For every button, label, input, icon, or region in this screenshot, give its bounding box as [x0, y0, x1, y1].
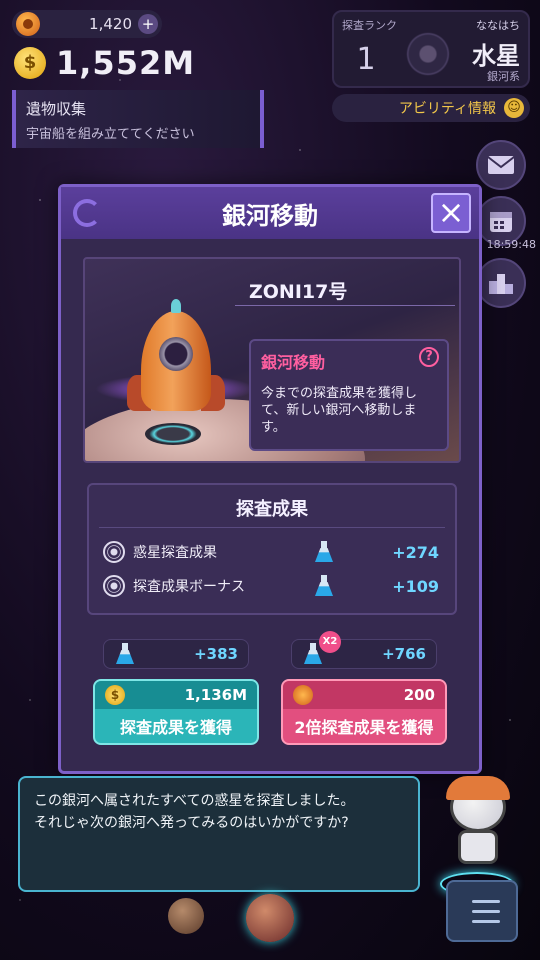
- dialog-title: 銀河移動: [222, 201, 318, 230]
- quest-title: 遺物収集: [26, 100, 87, 118]
- swirl-logo-icon: [73, 199, 101, 227]
- result-label: 探査成果ボーナス: [133, 579, 245, 595]
- ability-label: アビリティ情報: [398, 101, 496, 117]
- double-reward-total: +766: [291, 639, 437, 669]
- info-title: 銀河移動: [261, 353, 326, 372]
- flask-icon: [313, 541, 335, 563]
- flask-icon: [313, 575, 335, 597]
- divider: [99, 527, 445, 528]
- coin-icon: $: [105, 685, 125, 705]
- close-icon: ×: [437, 193, 465, 231]
- mail-icon: [487, 156, 515, 174]
- rank-label: 探査ランク: [342, 19, 397, 32]
- claim-results-button[interactable]: $ 1,136M 探査成果を獲得: [93, 679, 259, 745]
- coin-cost: 1,136M: [184, 686, 247, 704]
- narrator-line-1: この銀河へ属されたすべての惑星を探査しました。: [34, 793, 355, 809]
- galaxy-move-dialog: 銀河移動 × ZONI17号 銀河移動 ? 今までの探査成果を獲得して、新しい銀…: [58, 184, 482, 774]
- x2-badge: X2: [319, 631, 341, 653]
- player-name: ななはち: [476, 19, 520, 32]
- gem-icon: [16, 12, 40, 36]
- close-button[interactable]: ×: [431, 193, 471, 233]
- claim-label: 探査成果を獲得: [119, 718, 232, 737]
- result-label: 惑星探査成果: [133, 545, 217, 561]
- galaxy-name: 銀河系: [487, 70, 520, 83]
- quest-description: 宇宙船を組み立ててください: [26, 127, 195, 142]
- calendar-icon: [490, 212, 512, 232]
- cost-row: 200: [283, 681, 445, 709]
- gem-counter: 1,420 +: [12, 10, 162, 38]
- menu-button[interactable]: [446, 880, 518, 942]
- results-panel: 探査成果 惑星探査成果 +274 探査成果ボーナス +109: [87, 483, 457, 615]
- result-row: 惑星探査成果 +274: [103, 539, 439, 565]
- menu-icon: [472, 900, 500, 903]
- add-gems-button[interactable]: +: [138, 14, 158, 34]
- help-icon[interactable]: ?: [419, 347, 439, 367]
- info-card: 銀河移動 ? 今までの探査成果を獲得して、新しい銀河へ移動します。: [249, 339, 449, 451]
- coin-icon: $: [14, 47, 46, 79]
- quest-panel[interactable]: 遺物収集 宇宙船を組み立ててください: [12, 90, 264, 148]
- robot-guide-icon: [438, 776, 518, 876]
- rocket-antenna: [171, 299, 181, 313]
- planet-rank-card[interactable]: 探査ランク 1 ななはち 水星 銀河系: [332, 10, 530, 88]
- normal-reward-total: +383: [103, 639, 249, 669]
- menu-icon-line: [472, 910, 500, 913]
- planet-name: 水星: [472, 42, 520, 70]
- rocket-window: [159, 337, 193, 371]
- coin-counter: $ 1,552M: [14, 44, 195, 82]
- gem-cost: 200: [403, 686, 435, 704]
- result-row: 探査成果ボーナス +109: [103, 573, 439, 599]
- launch-pad: [145, 423, 201, 445]
- result-value: +274: [392, 542, 439, 562]
- dialog-header: 銀河移動 ×: [61, 187, 479, 239]
- coin-value: 1,552M: [56, 44, 196, 82]
- narrator-dialog[interactable]: この銀河へ属されたすべての惑星を探査しました。 それじゃ次の銀河へ発ってみるのは…: [18, 776, 420, 892]
- mail-button[interactable]: [476, 140, 526, 190]
- flask-icon: [114, 643, 136, 665]
- narrator-line-2: それじゃ次の銀河へ発ってみるのはいかがですか?: [34, 815, 349, 831]
- gem-icon: [293, 685, 313, 705]
- menu-icon-line: [472, 920, 500, 923]
- claim-double-results-button[interactable]: 200 2倍探査成果を獲得: [281, 679, 447, 745]
- ship-name: ZONI17号: [249, 281, 348, 303]
- current-planet[interactable]: [246, 894, 294, 942]
- ranking-button[interactable]: [476, 258, 526, 308]
- podium-icon: [489, 274, 513, 294]
- planet-icon: [406, 32, 450, 76]
- cost-row: $ 1,136M: [95, 681, 257, 709]
- event-timer: 18:59:48: [486, 238, 536, 251]
- planet-ring-icon: [103, 541, 125, 563]
- normal-reward-value: +383: [194, 645, 238, 663]
- info-description: 今までの探査成果を獲得して、新しい銀河へ移動します。: [261, 386, 418, 435]
- spaceship-panel: ZONI17号 銀河移動 ? 今までの探査成果を獲得して、新しい銀河へ移動します…: [83, 257, 461, 463]
- smile-icon: ☺: [504, 98, 524, 118]
- results-title: 探査成果: [236, 499, 308, 520]
- rank-value: 1: [356, 42, 376, 77]
- claim-double-label: 2倍探査成果を獲得: [294, 718, 434, 737]
- robot-helmet: [446, 776, 510, 800]
- ship-name-underline: [235, 305, 455, 306]
- planet-ring-icon: [103, 575, 125, 597]
- gem-value: 1,420: [89, 15, 132, 33]
- result-value: +109: [392, 576, 439, 596]
- previous-planet[interactable]: [168, 898, 204, 934]
- robot-body: [458, 830, 498, 864]
- ability-info-button[interactable]: アビリティ情報 ☺: [332, 94, 530, 122]
